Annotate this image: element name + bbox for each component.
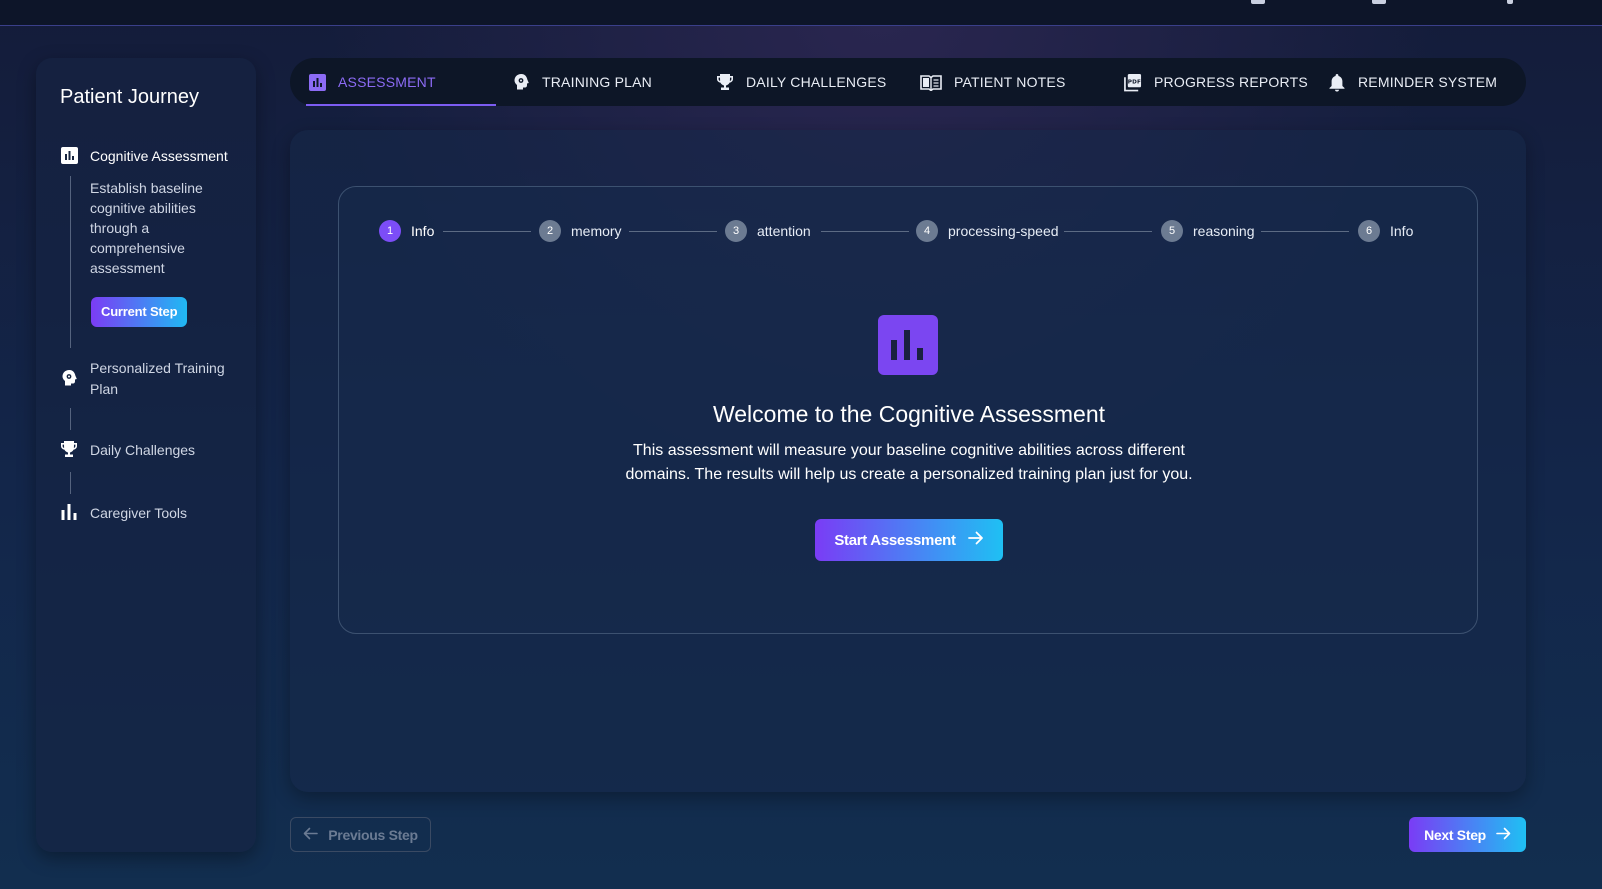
main-content-panel: 1 Info 2 memory 3 attention 4 processing…	[290, 130, 1526, 792]
timeline-connector	[70, 472, 71, 494]
main-tab-bar: ASSESSMENT TRAINING PLAN DAILY CHALLENGE…	[290, 58, 1526, 106]
step-number: 2	[539, 220, 561, 242]
tab-daily-challenges[interactable]: DAILY CHALLENGES	[716, 58, 886, 106]
step-number: 6	[1358, 220, 1380, 242]
start-assessment-label: Start Assessment	[834, 531, 956, 549]
timeline-connector	[70, 176, 71, 348]
assessment-icon	[308, 73, 326, 91]
step-label: memory	[571, 223, 622, 239]
stepper-step-6[interactable]: 6 Info	[1358, 219, 1413, 243]
tab-label: REMINDER SYSTEM	[1358, 74, 1498, 90]
top-bar-icon[interactable]	[1507, 0, 1513, 4]
next-step-label: Next Step	[1424, 826, 1486, 843]
arrow-right-icon	[1496, 827, 1511, 843]
sidebar-step-label: Personalized Training Plan	[90, 360, 225, 397]
step-label: reasoning	[1193, 223, 1255, 239]
step-label: Info	[1390, 223, 1414, 239]
sidebar-step-label: Cognitive Assessment	[90, 148, 228, 164]
bar-chart-icon	[60, 503, 78, 521]
pdf-icon: PDF	[1124, 73, 1142, 91]
stepper-connector	[1064, 231, 1152, 232]
step-number: 4	[916, 220, 938, 242]
assessment-icon	[60, 146, 78, 164]
stepper-step-2[interactable]: 2 memory	[539, 219, 622, 243]
step-number: 1	[379, 220, 401, 242]
stepper-connector	[443, 231, 531, 232]
current-step-badge[interactable]: Current Step	[91, 297, 188, 327]
step-label: Info	[411, 223, 435, 239]
trophy-icon	[716, 73, 734, 91]
welcome-description: This assessment will measure your baseli…	[625, 442, 1193, 483]
tab-label: PATIENT NOTES	[954, 74, 1066, 90]
start-assessment-button[interactable]: Start Assessment	[815, 519, 1003, 561]
assessment-card: 1 Info 2 memory 3 attention 4 processing…	[338, 186, 1478, 634]
svg-text:PDF: PDF	[1128, 79, 1141, 85]
sidebar-step-daily-challenges[interactable]: Daily Challenges	[60, 440, 250, 462]
tab-label: ASSESSMENT	[338, 74, 436, 90]
tab-label: DAILY CHALLENGES	[746, 74, 887, 90]
sidebar-step-label: Caregiver Tools	[90, 505, 188, 521]
top-bar	[0, 0, 1602, 26]
active-tab-indicator	[306, 104, 496, 106]
book-icon	[920, 73, 942, 91]
stepper-step-4[interactable]: 4 processing-speed	[916, 219, 1059, 243]
bell-icon	[1328, 73, 1346, 92]
sidebar-title: Patient Journey	[60, 86, 199, 108]
stepper-connector	[1261, 231, 1349, 232]
tab-label: PROGRESS REPORTS	[1154, 74, 1308, 90]
next-step-button[interactable]: Next Step	[1409, 817, 1526, 852]
step-label: attention	[757, 223, 811, 239]
tab-reminder-system[interactable]: REMINDER SYSTEM	[1328, 58, 1497, 106]
timeline-connector	[70, 408, 71, 430]
stepper-connector	[821, 231, 909, 232]
sidebar-step-caregiver-tools[interactable]: Caregiver Tools	[60, 503, 250, 525]
step-number: 5	[1161, 220, 1183, 242]
sidebar-step-label: Daily Challenges	[90, 442, 196, 458]
welcome-title: Welcome to the Cognitive Assessment	[712, 401, 1106, 427]
top-bar-icon[interactable]	[1251, 0, 1265, 4]
tab-training-plan[interactable]: TRAINING PLAN	[512, 58, 652, 106]
step-label: processing-speed	[948, 223, 1059, 239]
tab-assessment[interactable]: ASSESSMENT	[308, 58, 436, 106]
tab-patient-notes[interactable]: PATIENT NOTES	[920, 58, 1066, 106]
sidebar-step-description: Establish baseline cognitive abilities t…	[90, 180, 203, 276]
stepper-step-1[interactable]: 1 Info	[379, 219, 434, 243]
sidebar-step-cognitive-assessment[interactable]: Cognitive Assessment	[60, 146, 250, 168]
tab-progress-reports[interactable]: PDF PROGRESS REPORTS	[1124, 58, 1308, 106]
trophy-icon	[60, 440, 78, 458]
brain-icon	[60, 369, 78, 387]
stepper-step-5[interactable]: 5 reasoning	[1161, 219, 1255, 243]
previous-step-label: Previous Step	[328, 826, 418, 843]
patient-journey-sidebar: Patient Journey Cognitive Assessment Est…	[36, 58, 256, 852]
arrow-left-icon	[303, 827, 319, 843]
assessment-stepper: 1 Info 2 memory 3 attention 4 processing…	[379, 219, 1439, 243]
arrow-right-icon	[967, 531, 984, 549]
stepper-connector	[629, 231, 717, 232]
step-number: 3	[725, 220, 747, 242]
stepper-step-3[interactable]: 3 attention	[725, 219, 811, 243]
tab-label: TRAINING PLAN	[542, 74, 652, 90]
top-bar-icon[interactable]	[1372, 0, 1386, 4]
assessment-icon	[878, 315, 938, 375]
previous-step-button[interactable]: Previous Step	[290, 817, 431, 852]
sidebar-step-training-plan[interactable]: Personalized Training Plan	[60, 358, 250, 402]
brain-icon	[512, 73, 530, 91]
